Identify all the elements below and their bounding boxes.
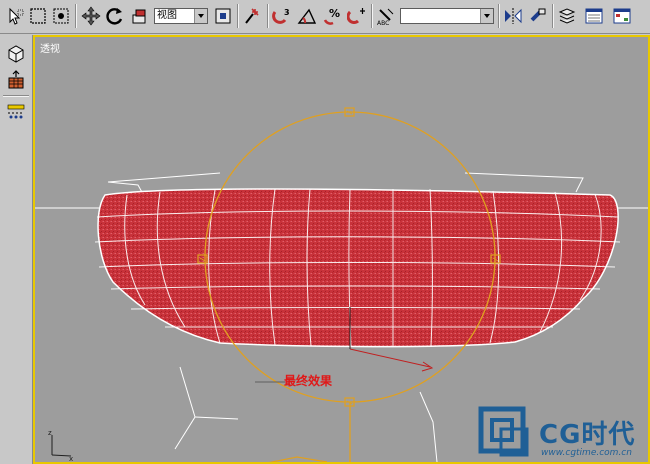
svg-text:z: z: [48, 429, 52, 437]
toolbar-separator: [371, 4, 373, 28]
create-icon[interactable]: [4, 42, 28, 66]
perspective-viewport[interactable]: 透视 z x 最终效果 CG时代 www.cgtime.com.cn: [33, 35, 650, 464]
svg-text:3: 3: [284, 8, 290, 17]
move-icon[interactable]: [80, 5, 102, 27]
percent-snap-icon[interactable]: %: [321, 5, 343, 27]
layer-manager-icon[interactable]: [556, 5, 578, 27]
select-region-icon[interactable]: [27, 5, 49, 27]
toolbar-separator: [498, 4, 500, 28]
reference-coordinate-value: 视图: [157, 10, 177, 21]
viewport-label[interactable]: 透视: [40, 40, 60, 55]
svg-text:ABC: ABC: [377, 20, 389, 26]
command-panel-divider: [3, 95, 29, 97]
curve-editor-icon[interactable]: [583, 5, 605, 27]
svg-text:%: %: [329, 7, 340, 20]
toolbar-separator: [237, 4, 239, 28]
select-window-icon[interactable]: [50, 5, 72, 27]
cg-logo-icon: [478, 406, 529, 457]
toolbar-separator: [75, 4, 77, 28]
rotate-icon[interactable]: [104, 5, 126, 27]
chevron-down-icon: [194, 9, 207, 23]
final-result-caption: 最终效果: [284, 374, 333, 388]
cushion-object[interactable]: [97, 188, 619, 348]
named-selection-set-dropdown[interactable]: [400, 8, 494, 24]
snaps-toggle-icon[interactable]: 3: [271, 5, 293, 27]
select-and-manipulate-icon[interactable]: [242, 5, 264, 27]
watermark: CG时代 www.cgtime.com.cn: [477, 405, 648, 462]
svg-text:x: x: [69, 455, 73, 462]
toolbar-separator: [552, 4, 554, 28]
watermark-url: www.cgtime.com.cn: [541, 448, 632, 458]
align-icon[interactable]: [527, 5, 549, 27]
spinner-snap-icon[interactable]: [346, 5, 368, 27]
toolbar-separator: [267, 4, 269, 28]
modify-icon[interactable]: [4, 68, 28, 92]
main-toolbar: 视图 3 % ABC: [0, 0, 650, 34]
mirror-icon[interactable]: [502, 5, 524, 27]
edit-named-selections-icon[interactable]: ABC: [375, 5, 397, 27]
motion-icon[interactable]: [4, 102, 28, 126]
scene-canvas: z x: [35, 107, 648, 462]
scale-icon[interactable]: [128, 5, 150, 27]
chevron-down-icon: [480, 9, 493, 23]
app-window: 视图 3 % ABC 透视 z x 最终效果 CG时代 www.cgtime.c…: [0, 0, 650, 464]
command-panel-strip: [0, 35, 33, 464]
world-axis-tripod: z x: [48, 429, 73, 462]
reference-coordinate-dropdown[interactable]: 视图: [154, 8, 208, 24]
watermark-brand: CG时代: [539, 420, 636, 450]
schematic-view-icon[interactable]: [611, 5, 633, 27]
angle-snap-icon[interactable]: [296, 5, 318, 27]
pivot-center-icon[interactable]: [212, 5, 234, 27]
select-object-icon[interactable]: [4, 5, 26, 27]
